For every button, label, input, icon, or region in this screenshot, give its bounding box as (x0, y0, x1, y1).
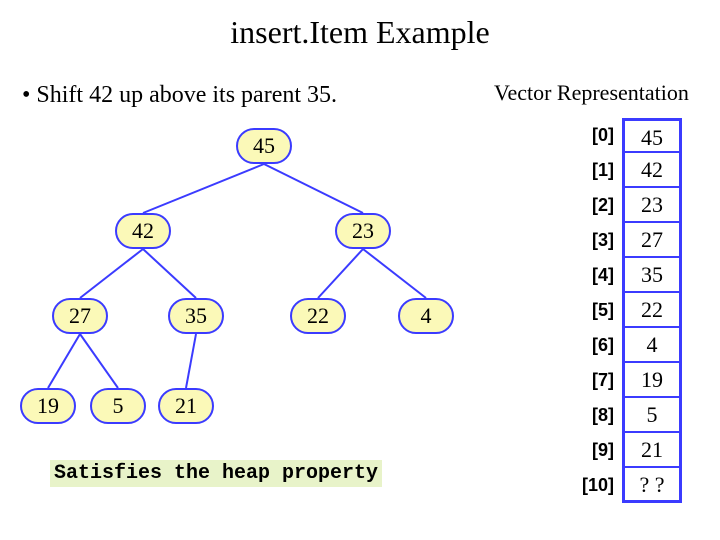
vector-cell: 21 (622, 433, 682, 468)
vector-index: [0] (578, 125, 622, 146)
tree-node: 22 (290, 298, 346, 334)
vector-index: [10] (578, 475, 622, 496)
vector-index: [8] (578, 405, 622, 426)
vector-row: [5]22 (578, 293, 682, 328)
vector-row: [3]27 (578, 223, 682, 258)
vector-row: [2]23 (578, 188, 682, 223)
vector-index: [5] (578, 300, 622, 321)
vector-representation-label: Vector Representation (494, 80, 689, 106)
tree-node: 19 (20, 388, 76, 424)
satisfies-heap-property-note: Satisfies the heap property (50, 460, 382, 487)
vector-index: [9] (578, 440, 622, 461)
vector-row: [8]5 (578, 398, 682, 433)
vector-cell: 27 (622, 223, 682, 258)
vector-row: [6]4 (578, 328, 682, 363)
tree-node: 23 (335, 213, 391, 249)
vector-table: [0]45[1]42[2]23[3]27[4]35[5]22[6]4[7]19[… (578, 118, 682, 503)
tree-node: 27 (52, 298, 108, 334)
bullet-text: • Shift 42 up above its parent 35. (22, 82, 337, 109)
vector-index: [7] (578, 370, 622, 391)
vector-cell: 42 (622, 153, 682, 188)
vector-cell: 22 (622, 293, 682, 328)
vector-index: [4] (578, 265, 622, 286)
vector-cell: 5 (622, 398, 682, 433)
vector-row: [7]19 (578, 363, 682, 398)
vector-row: [10]? ? (578, 468, 682, 503)
tree-node: 5 (90, 388, 146, 424)
tree-node: 21 (158, 388, 214, 424)
vector-cell: 35 (622, 258, 682, 293)
vector-index: [3] (578, 230, 622, 251)
vector-cell: 45 (622, 118, 682, 153)
page-title: insert.Item Example (0, 0, 720, 51)
tree-node: 4 (398, 298, 454, 334)
vector-row: [0]45 (578, 118, 682, 153)
vector-row: [4]35 (578, 258, 682, 293)
vector-cell: 4 (622, 328, 682, 363)
vector-index: [2] (578, 195, 622, 216)
tree-node: 42 (115, 213, 171, 249)
vector-row: [9]21 (578, 433, 682, 468)
vector-cell: 19 (622, 363, 682, 398)
vector-cell: 23 (622, 188, 682, 223)
vector-row: [1]42 (578, 153, 682, 188)
tree-edges (0, 0, 500, 450)
vector-index: [1] (578, 160, 622, 181)
vector-index: [6] (578, 335, 622, 356)
tree-node: 35 (168, 298, 224, 334)
vector-cell: ? ? (622, 468, 682, 503)
tree-node: 45 (236, 128, 292, 164)
